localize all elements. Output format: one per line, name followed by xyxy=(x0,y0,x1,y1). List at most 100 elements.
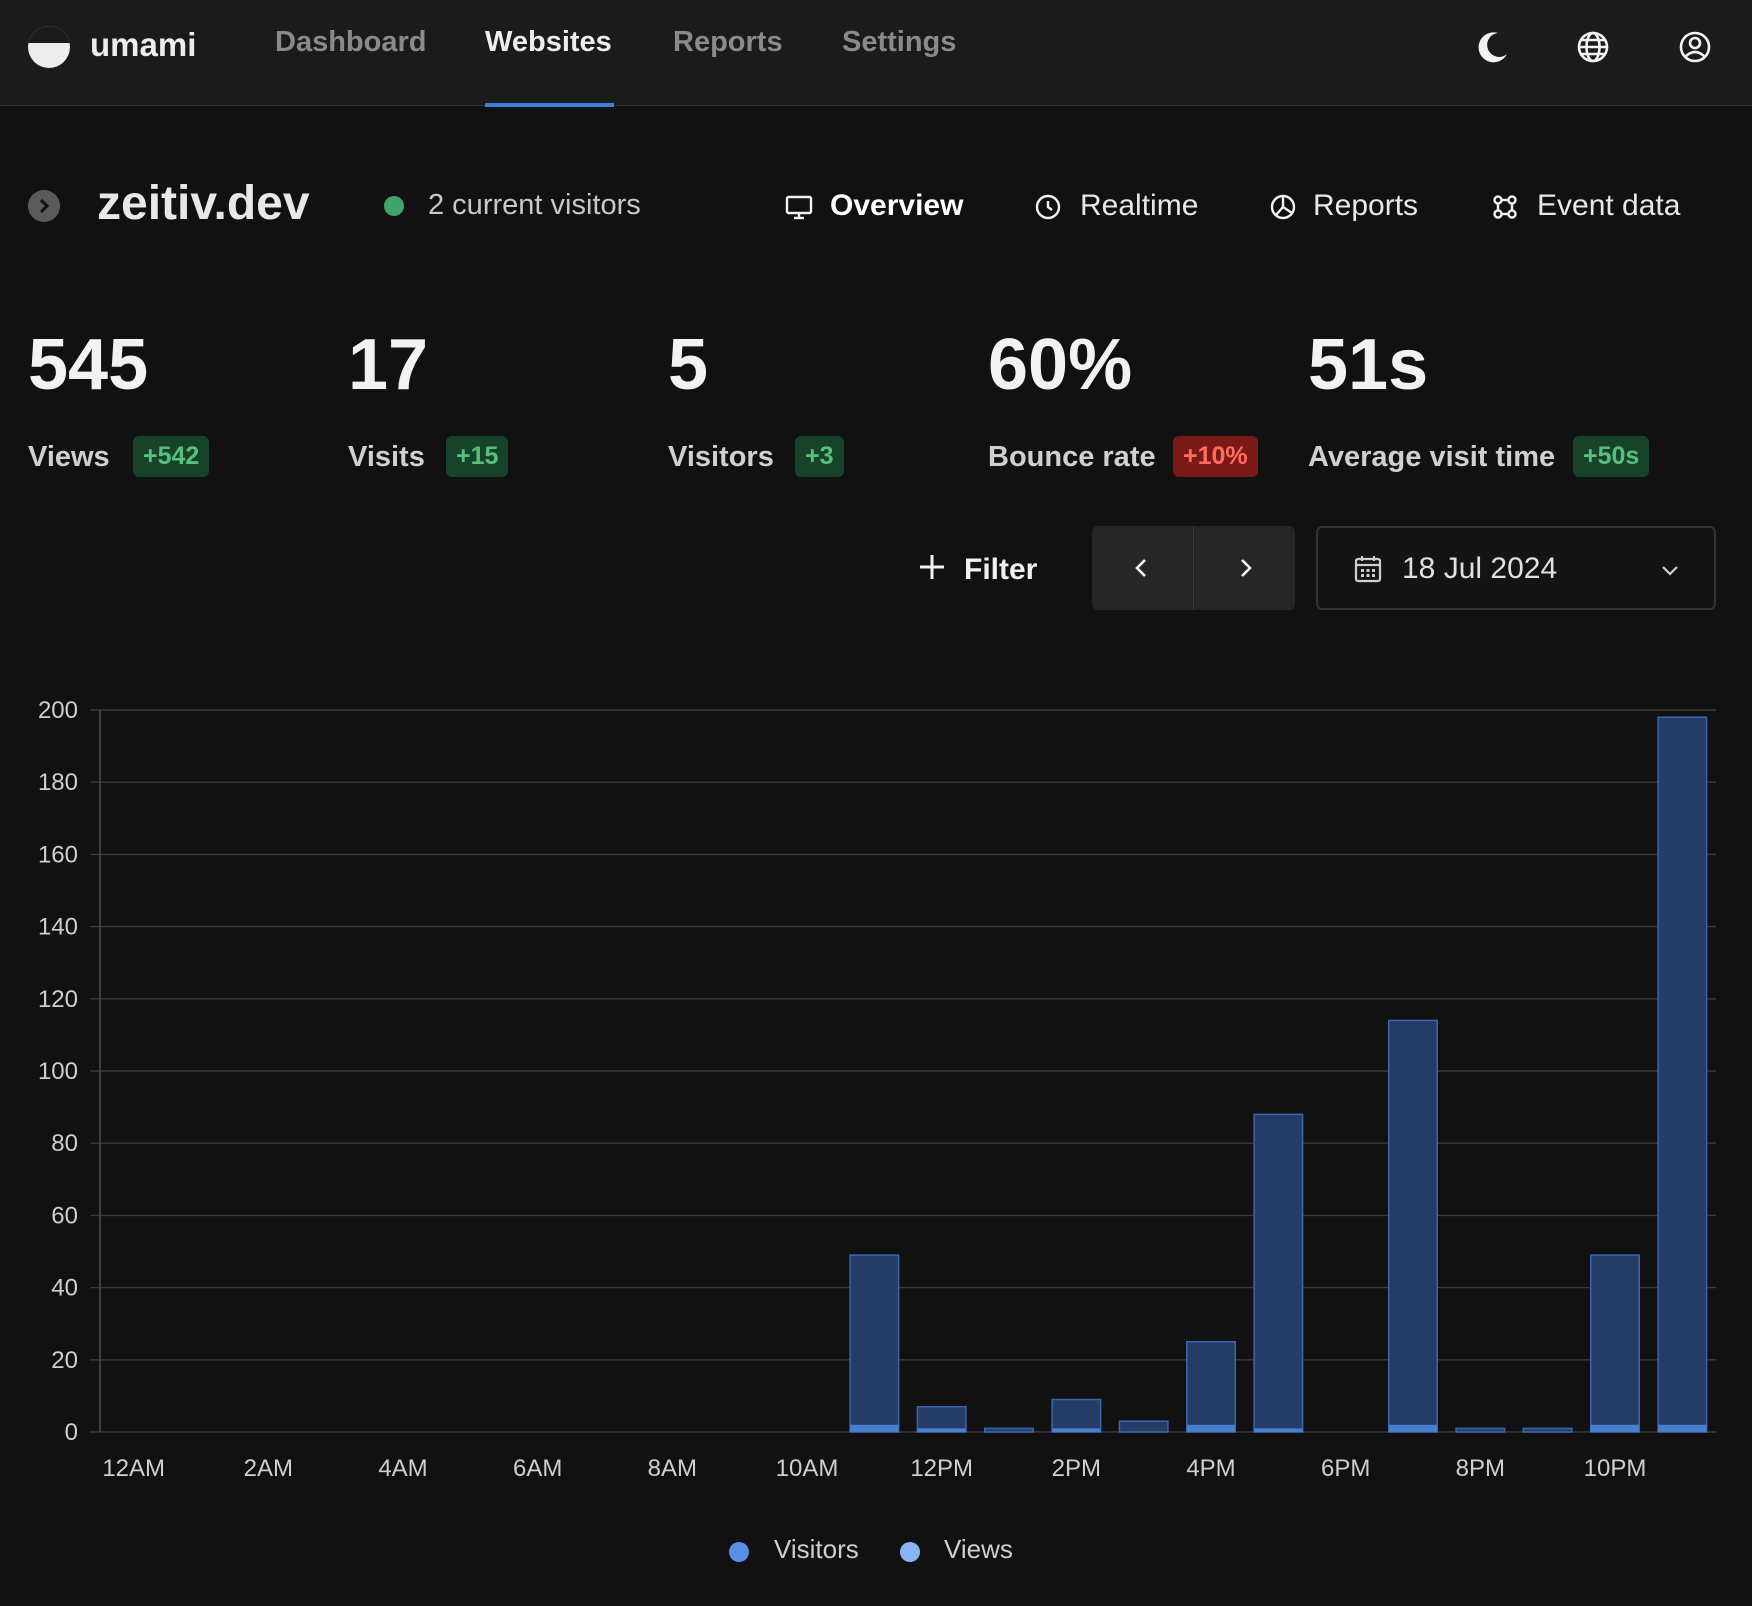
metric-visits-label: Visits xyxy=(348,441,425,473)
x-tick-label: 12AM xyxy=(102,1455,165,1482)
visitors-bar[interactable] xyxy=(1186,1424,1236,1432)
y-tick-label: 0 xyxy=(65,1419,78,1446)
views-bar[interactable] xyxy=(1118,1420,1169,1433)
nav-dashboard[interactable]: Dashboard xyxy=(275,26,426,59)
visitors-bar[interactable] xyxy=(1590,1424,1640,1432)
tab-reports[interactable]: Reports xyxy=(1313,189,1418,223)
metric-views-change-badge: +542 xyxy=(133,436,210,477)
y-tick-label: 160 xyxy=(38,841,78,868)
x-tick-label: 8PM xyxy=(1456,1455,1505,1482)
visitors-bar[interactable] xyxy=(1052,1428,1101,1432)
x-tick-label: 2PM xyxy=(1052,1455,1101,1482)
y-tick-label: 180 xyxy=(38,769,78,796)
y-tick-label: 140 xyxy=(38,914,78,941)
chevron-down-icon xyxy=(1662,566,1678,576)
x-tick-label: 12PM xyxy=(910,1455,973,1482)
back-arrow-icon[interactable] xyxy=(28,190,60,222)
filter-label: Filter xyxy=(964,553,1038,586)
chevron-right-icon xyxy=(1241,559,1252,577)
metric-visitors-change-badge: +3 xyxy=(795,436,844,477)
x-tick-label: 6AM xyxy=(513,1455,562,1482)
views-bar[interactable] xyxy=(1388,1019,1438,1433)
metric-visit-time-change-badge: +50s xyxy=(1573,436,1650,477)
views-bar[interactable] xyxy=(1590,1254,1640,1433)
metric-visit-time-label: Average visit time xyxy=(1308,441,1556,473)
nav-settings[interactable]: Settings xyxy=(842,26,956,59)
current-visitors-count[interactable]: 2 current visitors xyxy=(428,189,641,222)
metric-visits-change-badge: +15 xyxy=(446,436,509,477)
metric-bounce-rate-label: Bounce rate xyxy=(988,441,1156,473)
views-bar[interactable] xyxy=(1253,1113,1304,1433)
plus-icon xyxy=(920,555,944,579)
metric-visitors-label: Visitors xyxy=(668,441,774,473)
y-tick-label: 120 xyxy=(38,986,78,1013)
chart-bars xyxy=(849,716,1708,1433)
globe-icon[interactable] xyxy=(1573,27,1613,67)
metric-visits-value: 17 xyxy=(348,325,429,405)
tab-realtime[interactable]: Realtime xyxy=(1080,189,1198,223)
clock-icon xyxy=(1035,194,1061,220)
top-navigation: umami Dashboard Websites Reports Setting… xyxy=(0,0,1752,107)
visitors-bar[interactable] xyxy=(1254,1428,1303,1432)
visitors-bar[interactable] xyxy=(1658,1424,1707,1432)
moon-icon[interactable] xyxy=(1473,27,1513,67)
event-nodes-icon xyxy=(1493,195,1517,219)
views-bar[interactable] xyxy=(1657,716,1708,1433)
legend-visitors-label[interactable]: Visitors xyxy=(774,1534,859,1565)
y-tick-label: 80 xyxy=(51,1130,78,1157)
visitors-bar[interactable] xyxy=(850,1424,899,1432)
legend-views-label[interactable]: Views xyxy=(944,1534,1013,1565)
monitor-icon xyxy=(785,195,813,220)
active-nav-indicator xyxy=(485,103,614,107)
legend-views-dot xyxy=(900,1542,920,1562)
metric-views-value: 545 xyxy=(28,325,149,405)
metric-bounce-rate-change-badge: +10% xyxy=(1173,436,1258,477)
y-tick-label: 20 xyxy=(51,1347,78,1374)
x-tick-label: 4PM xyxy=(1186,1455,1235,1482)
views-bar[interactable] xyxy=(984,1427,1034,1433)
metric-bounce-rate-value: 60% xyxy=(988,325,1133,405)
live-status-dot xyxy=(384,196,404,216)
metric-views-label: Views xyxy=(28,441,110,473)
calendar-icon xyxy=(1354,556,1382,583)
traffic-bar-chart: 0 20 40 60 80 100 120 140 160 180 200 12AM 2AM 4AM 6A… xyxy=(38,697,1716,1482)
previous-date-button[interactable] xyxy=(1092,526,1193,610)
y-tick-label: 40 xyxy=(51,1275,78,1302)
tab-event-data[interactable]: Event data xyxy=(1537,189,1680,223)
x-tick-label: 8AM xyxy=(648,1455,697,1482)
views-bar[interactable] xyxy=(1051,1398,1102,1433)
selected-date: 18 Jul 2024 xyxy=(1402,552,1558,585)
views-bar[interactable] xyxy=(1186,1341,1236,1433)
nav-websites[interactable]: Websites xyxy=(485,26,612,59)
brand-name[interactable]: umami xyxy=(90,26,196,64)
chevron-left-icon xyxy=(1135,559,1146,577)
umami-logo-icon[interactable] xyxy=(28,26,70,68)
views-bar[interactable] xyxy=(916,1405,967,1433)
nav-reports[interactable]: Reports xyxy=(673,26,783,59)
next-date-button[interactable] xyxy=(1194,526,1295,610)
metric-visit-time-value: 51s xyxy=(1308,325,1429,405)
x-tick-label: 2AM xyxy=(244,1455,293,1482)
visitors-bar[interactable] xyxy=(917,1428,966,1432)
tab-overview[interactable]: Overview xyxy=(830,189,963,223)
website-name: zeitiv.dev xyxy=(97,177,310,230)
y-tick-label: 100 xyxy=(38,1058,78,1085)
views-bar[interactable] xyxy=(1455,1427,1506,1433)
legend-visitors-dot xyxy=(729,1542,749,1562)
date-range-select[interactable]: 18 Jul 2024 xyxy=(1316,526,1716,610)
metric-visitors-value: 5 xyxy=(668,325,709,405)
views-bar[interactable] xyxy=(849,1254,900,1433)
x-tick-label: 10PM xyxy=(1584,1455,1647,1482)
chart-y-axis: 0 20 40 60 80 100 120 140 160 180 200 xyxy=(38,697,78,1446)
x-tick-label: 6PM xyxy=(1321,1455,1370,1482)
visitors-bar[interactable] xyxy=(1388,1424,1438,1432)
x-tick-label: 4AM xyxy=(378,1455,427,1482)
y-tick-label: 200 xyxy=(38,697,78,724)
pie-chart-icon xyxy=(1270,194,1296,220)
x-tick-label: 10AM xyxy=(776,1455,839,1482)
user-profile-icon[interactable] xyxy=(1675,27,1715,67)
chart-x-axis: 12AM 2AM 4AM 6AM 8AM 10AM 12PM 2PM 4PM 6PM 8PM 10PM xyxy=(102,1455,1646,1482)
y-tick-label: 60 xyxy=(51,1202,78,1229)
views-bar[interactable] xyxy=(1522,1427,1573,1433)
chart-legend: Visitors Views xyxy=(0,1530,1752,1570)
